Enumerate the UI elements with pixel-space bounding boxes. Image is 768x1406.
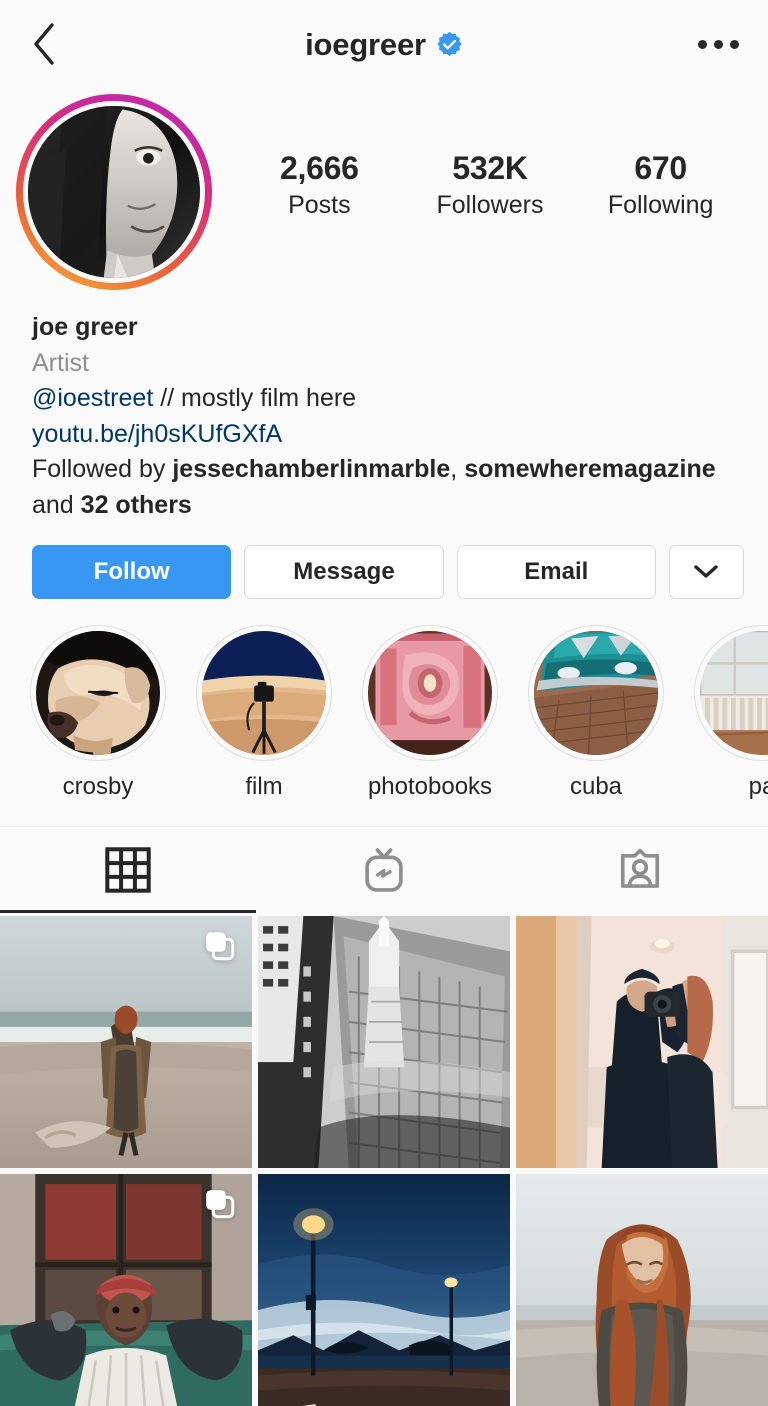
followed-by-user[interactable]: somewheremagazine: [464, 455, 716, 483]
follow-button[interactable]: Follow: [32, 545, 232, 599]
chevron-down-icon: [693, 564, 719, 580]
back-button[interactable]: [22, 22, 66, 66]
highlight-label: film: [245, 773, 283, 800]
highlight-ring: [196, 625, 332, 761]
highlight-cuba[interactable]: cuba: [528, 625, 664, 802]
stat-label: Followers: [436, 190, 544, 219]
followed-by-middle: and: [32, 490, 81, 519]
stat-label: Following: [607, 190, 714, 219]
profile-actions: Follow Message Email: [0, 523, 768, 599]
display-name: joe greer: [32, 313, 138, 341]
grid-icon: [105, 847, 151, 893]
post-cell[interactable]: [258, 915, 510, 1168]
pink-book-cover-image: [368, 631, 492, 755]
carousel-icon: [202, 1186, 238, 1222]
followed-by-others[interactable]: 32 others: [81, 491, 192, 519]
stat-label: Posts: [288, 190, 351, 219]
chevron-left-icon: [31, 22, 57, 66]
igtv-icon: [361, 847, 407, 893]
instagram-profile-screen: ioegreer 2,666 Posts 532K Followers 670 …: [0, 0, 768, 1406]
highlight-photobooks[interactable]: photobooks: [362, 625, 498, 802]
post-cell[interactable]: [258, 1173, 510, 1406]
followed-by-user[interactable]: jessechamberlinmarble: [172, 455, 450, 483]
stat-value: 532K: [452, 150, 528, 186]
bio-line: @ioestreet // mostly film here: [32, 381, 738, 417]
avatar: [28, 106, 200, 278]
more-options-icon: [729, 39, 739, 49]
more-options-icon: [713, 39, 723, 49]
more-actions-dropdown-button[interactable]: [668, 545, 744, 599]
profile-stats: 2,666 Posts 532K Followers 670 Following: [212, 94, 768, 221]
tagged-icon: [617, 847, 663, 893]
followed-by-prefix: Followed by: [32, 455, 173, 483]
more-options-button[interactable]: [692, 22, 744, 66]
post-cell[interactable]: [516, 915, 768, 1168]
highlight-ring: [30, 625, 166, 761]
followed-by: Followed by jessechamberlinmarble, somew…: [32, 452, 738, 523]
profile-bio: joe greer Artist @ioestreet // mostly fi…: [0, 290, 768, 523]
more-options-icon: [697, 39, 707, 49]
page-title: ioegreer: [305, 26, 426, 62]
carousel-icon: [202, 928, 238, 964]
story-highlights: crosby film photobooks cuba p: [0, 599, 768, 802]
post-cell[interactable]: [0, 1173, 252, 1406]
highlight-crosby[interactable]: crosby: [30, 625, 166, 802]
tab-grid[interactable]: [0, 827, 256, 913]
highlight-ring: [528, 625, 664, 761]
highlight-ring: [694, 625, 768, 761]
highlight-film[interactable]: film: [196, 625, 332, 802]
bio-website-link[interactable]: youtu.be/jh0sKUfGXfA: [32, 417, 738, 453]
highlight-label: cuba: [569, 773, 623, 800]
profile-avatar-button[interactable]: [16, 94, 212, 290]
stat-followers[interactable]: 532K Followers: [435, 150, 545, 221]
stat-value: 2,666: [280, 150, 359, 186]
header-title-group: ioegreer: [305, 29, 463, 60]
profile-summary: 2,666 Posts 532K Followers 670 Following: [0, 88, 768, 290]
tab-igtv[interactable]: [256, 827, 512, 913]
verified-badge-icon: [436, 31, 463, 58]
stat-following[interactable]: 670 Following: [606, 150, 716, 221]
bio-mention-link[interactable]: @ioestreet: [32, 384, 153, 412]
highlight-pa[interactable]: pa: [694, 625, 768, 802]
highlight-label: photobooks: [367, 773, 493, 800]
highlight-ring: [362, 625, 498, 761]
app-header: ioegreer: [0, 0, 768, 88]
post-cell[interactable]: [0, 915, 252, 1168]
radiator-window-interior-image: [700, 631, 768, 755]
followed-by-separator: ,: [450, 455, 465, 483]
highlight-label: crosby: [62, 773, 134, 800]
camera-tripod-field-image: [202, 631, 326, 755]
teal-vintage-car-image: [534, 631, 658, 755]
stat-value: 670: [634, 150, 687, 186]
tab-tagged[interactable]: [512, 827, 768, 913]
dog-portrait-image: [36, 631, 160, 755]
stat-posts[interactable]: 2,666 Posts: [264, 150, 374, 221]
highlight-label: pa: [748, 773, 768, 800]
profile-category: Artist: [32, 348, 89, 377]
bio-text: // mostly film here: [153, 384, 357, 412]
post-cell[interactable]: [516, 1173, 768, 1406]
message-button[interactable]: Message: [244, 545, 444, 599]
email-button[interactable]: Email: [456, 545, 656, 599]
profile-tabs: [0, 825, 768, 913]
posts-grid: [0, 912, 768, 1406]
